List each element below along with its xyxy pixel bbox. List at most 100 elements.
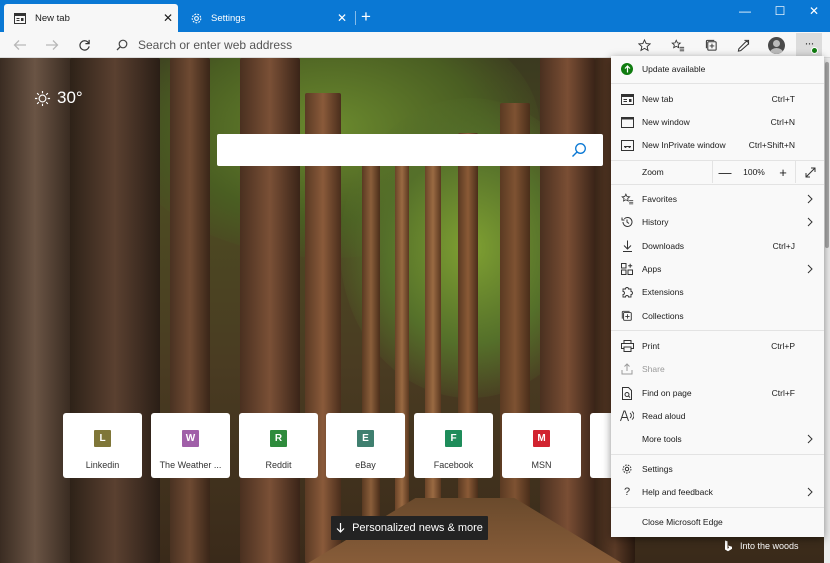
scrollbar-thumb[interactable] <box>825 62 829 248</box>
close-window-button[interactable]: ✕ <box>796 0 830 22</box>
menu-favorites[interactable]: Favorites <box>611 188 824 210</box>
history-icon <box>620 215 634 229</box>
add-favorite-button[interactable] <box>633 35 655 55</box>
forward-arrow-icon <box>46 40 59 50</box>
new-tab-icon <box>620 92 634 106</box>
tile-label: Reddit <box>265 460 292 470</box>
menu-settings[interactable]: Settings <box>611 458 824 480</box>
chevron-right-icon <box>807 487 813 497</box>
menu-zoom: Zoom — 100% + <box>611 161 824 183</box>
feedback-button[interactable] <box>732 35 754 55</box>
menu-divider <box>611 330 824 331</box>
menu-apps[interactable]: Apps <box>611 258 824 280</box>
news-button-label: Personalized news & more <box>352 522 483 534</box>
find-on-page-icon <box>620 386 634 400</box>
share-icon <box>620 362 634 376</box>
menu-new-tab[interactable]: New tab Ctrl+T <box>611 88 824 110</box>
page-search-input[interactable] <box>229 140 549 160</box>
tab-settings[interactable]: Settings ✕ <box>180 4 352 32</box>
menu-divider <box>611 454 824 455</box>
tab-new-tab[interactable]: New tab ✕ <box>4 4 178 32</box>
menu-downloads[interactable]: Downloads Ctrl+J <box>611 235 824 257</box>
tile-letter-icon: E <box>357 430 374 447</box>
tile-linkedin[interactable]: L Linkedin <box>63 413 142 478</box>
menu-collections[interactable]: Collections <box>611 305 824 327</box>
tab-title: New tab <box>35 12 70 24</box>
favorites-button[interactable] <box>667 35 689 55</box>
search-icon[interactable] <box>571 142 587 158</box>
chevron-right-icon <box>807 194 813 204</box>
menu-close-edge[interactable]: Close Microsoft Edge <box>611 511 824 533</box>
download-icon <box>620 239 634 253</box>
menu-label: Find on page <box>642 388 692 398</box>
tile-facebook[interactable]: F Facebook <box>414 413 493 478</box>
tile-reddit[interactable]: R Reddit <box>239 413 318 478</box>
menu-label: History <box>642 217 669 227</box>
menu-divider <box>611 83 824 84</box>
favorites-icon <box>620 192 634 206</box>
chevron-right-icon <box>807 217 813 227</box>
menu-new-inprivate-window[interactable]: New InPrivate window Ctrl+Shift+N <box>611 134 824 156</box>
forward-button[interactable] <box>41 35 63 55</box>
favorites-list-icon <box>671 38 685 51</box>
menu-label: More tools <box>642 434 682 444</box>
menu-print[interactable]: Print Ctrl+P <box>611 335 824 357</box>
menu-shortcut: Ctrl+P <box>771 341 795 351</box>
profile-button[interactable] <box>765 35 787 55</box>
settings-and-more-button[interactable]: ··· <box>796 33 822 57</box>
menu-history[interactable]: History <box>611 211 824 233</box>
new-tab-button[interactable]: + <box>356 8 376 28</box>
menu-label: Print <box>642 341 660 351</box>
toolbar: ··· <box>0 32 830 58</box>
address-input[interactable] <box>138 38 618 52</box>
tile-label: The Weather ... <box>159 460 222 470</box>
new-window-icon <box>620 115 634 129</box>
inprivate-window-icon <box>620 138 634 152</box>
personalized-news-button[interactable]: Personalized news & more <box>331 516 488 540</box>
update-icon <box>620 62 634 76</box>
collections-button[interactable] <box>700 35 722 55</box>
menu-update-available[interactable]: Update available <box>611 58 824 80</box>
menu-divider <box>611 507 824 508</box>
image-credit[interactable]: Into the woods <box>724 540 799 552</box>
newtab-page-icon <box>13 11 27 25</box>
collections-icon <box>705 39 717 51</box>
zoom-level: 100% <box>743 167 765 177</box>
menu-help-and-feedback[interactable]: ? Help and feedback <box>611 481 824 503</box>
gear-icon <box>189 11 203 25</box>
menu-label: New InPrivate window <box>642 140 726 150</box>
menu-new-window[interactable]: New window Ctrl+N <box>611 111 824 133</box>
menu-shortcut: Ctrl+Shift+N <box>748 140 795 150</box>
puzzle-icon <box>620 285 634 299</box>
tile-ebay[interactable]: E eBay <box>326 413 405 478</box>
page-search-box[interactable] <box>217 134 603 166</box>
feedback-icon <box>737 39 749 52</box>
maximize-button[interactable]: ☐ <box>762 0 798 22</box>
menu-more-tools[interactable]: More tools <box>611 428 824 450</box>
page-scrollbar[interactable] <box>824 58 830 563</box>
tile-letter-icon: W <box>182 430 199 447</box>
menu-label: Settings <box>642 464 673 474</box>
fullscreen-icon <box>805 167 815 177</box>
bing-icon <box>725 540 732 552</box>
tile-the-weather[interactable]: W The Weather ... <box>151 413 230 478</box>
search-icon <box>116 39 128 51</box>
minimize-button[interactable]: — <box>727 0 763 22</box>
close-tab-icon[interactable]: ✕ <box>332 12 352 24</box>
zoom-in-button[interactable]: + <box>771 165 795 180</box>
gear-icon <box>620 462 634 476</box>
back-button[interactable] <box>9 35 31 55</box>
menu-find-on-page[interactable]: Find on page Ctrl+F <box>611 382 824 404</box>
refresh-button[interactable] <box>73 35 95 55</box>
menu-extensions[interactable]: Extensions <box>611 281 824 303</box>
chevron-right-icon <box>807 264 813 274</box>
menu-divider <box>611 184 824 185</box>
fullscreen-button[interactable] <box>796 167 824 178</box>
zoom-out-button[interactable]: — <box>713 165 737 180</box>
weather-widget[interactable]: 30° <box>34 88 83 108</box>
tile-msn[interactable]: M MSN <box>502 413 581 478</box>
menu-read-aloud[interactable]: Read aloud <box>611 405 824 427</box>
close-tab-icon[interactable]: ✕ <box>158 12 178 24</box>
address-bar[interactable] <box>104 34 664 56</box>
tile-letter-icon: R <box>270 430 287 447</box>
